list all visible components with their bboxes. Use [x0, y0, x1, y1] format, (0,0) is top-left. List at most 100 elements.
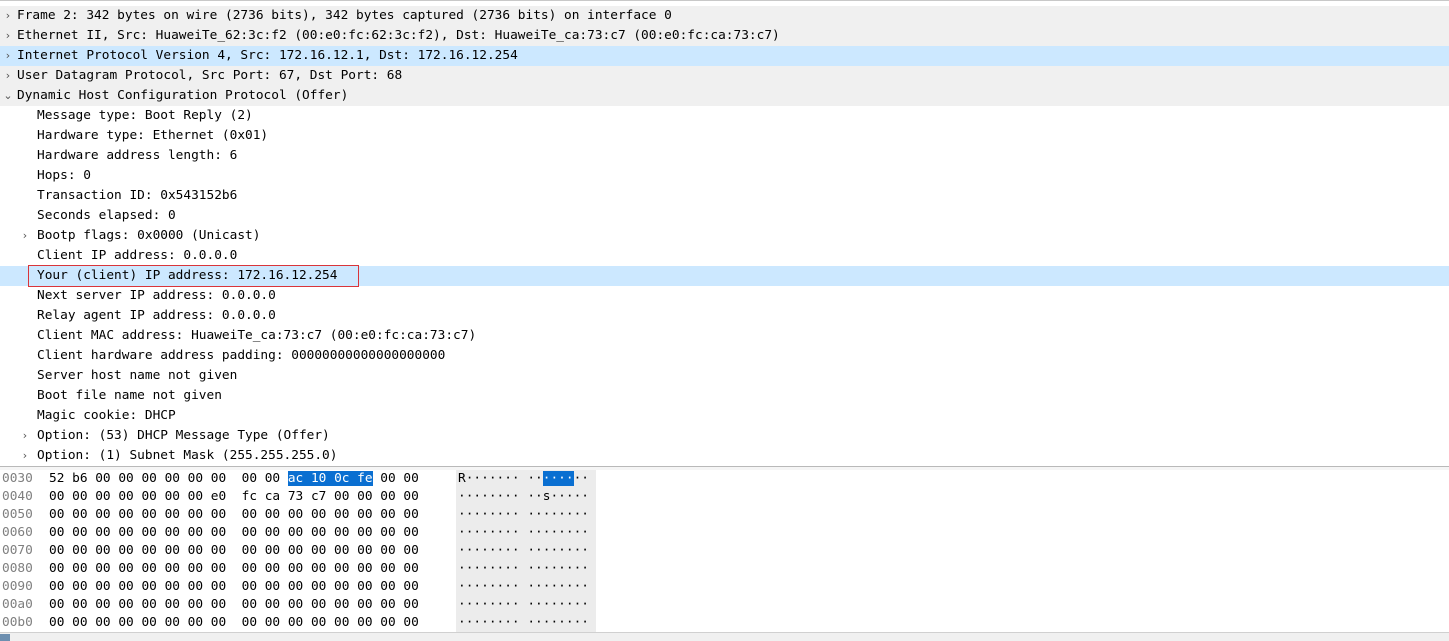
hex-dump-row[interactable]: 0090 00 00 00 00 00 00 00 00 00 00 00 00 …	[0, 578, 1449, 596]
ascii-bytes[interactable]: ········ ········	[456, 560, 596, 578]
hex-dump-row[interactable]: 0030 52 b6 00 00 00 00 00 00 00 00 ac 10 …	[0, 470, 1449, 488]
protocol-tree-field[interactable]: Next server IP address: 0.0.0.0	[0, 286, 1449, 306]
protocol-tree-field[interactable]: › Option: (53) DHCP Message Type (Offer)	[0, 426, 1449, 446]
tree-row-label: Option: (53) DHCP Message Type (Offer)	[37, 428, 330, 443]
hex-bytes-segment: 00 00 00 00 00 00 00 00 00 00 00 00 00 0…	[49, 597, 419, 612]
ascii-bytes-segment: ········ ········	[458, 543, 589, 558]
protocol-tree-field[interactable]: Hops: 0	[0, 166, 1449, 186]
status-icon[interactable]	[0, 634, 10, 641]
hex-bytes[interactable]: 00 00 00 00 00 00 00 00 00 00 00 00 00 0…	[49, 560, 419, 578]
tree-row-label: Frame 2: 342 bytes on wire (2736 bits), …	[17, 8, 672, 23]
protocol-tree-node[interactable]: › Frame 2: 342 bytes on wire (2736 bits),…	[0, 6, 1449, 26]
ascii-bytes-segment: ········ ········	[458, 507, 589, 522]
ascii-bytes[interactable]: ········ ········	[456, 506, 596, 524]
ascii-bytes[interactable]: ········ ········	[456, 524, 596, 542]
hex-offset: 0070	[2, 543, 33, 558]
ascii-bytes-segment: ········ ········	[458, 579, 589, 594]
protocol-tree-field[interactable]: › Option: (1) Subnet Mask (255.255.255.0)	[0, 446, 1449, 466]
ascii-bytes[interactable]: ········ ··s·····	[456, 488, 596, 506]
hex-bytes-segment: 00 00 00 00 00 00 00 00 00 00 00 00 00 0…	[49, 543, 419, 558]
protocol-tree-node[interactable]: › Internet Protocol Version 4, Src: 172.1…	[0, 46, 1449, 66]
protocol-tree-field[interactable]: Client MAC address: HuaweiTe_ca:73:c7 (0…	[0, 326, 1449, 346]
tree-row-label: Internet Protocol Version 4, Src: 172.16…	[17, 48, 518, 63]
hex-dump-row[interactable]: 0070 00 00 00 00 00 00 00 00 00 00 00 00 …	[0, 542, 1449, 560]
protocol-tree-node[interactable]: ⌄ Dynamic Host Configuration Protocol (Of…	[0, 86, 1449, 106]
hex-offset: 0080	[2, 561, 33, 576]
hex-bytes-selected: ac 10 0c fe	[287, 471, 373, 486]
chevron-right-icon[interactable]: ›	[2, 46, 14, 66]
hex-dump-row[interactable]: 0040 00 00 00 00 00 00 00 e0 fc ca 73 c7 …	[0, 488, 1449, 506]
protocol-tree-field[interactable]: Hardware type: Ethernet (0x01)	[0, 126, 1449, 146]
ascii-bytes[interactable]: ········ ········	[456, 596, 596, 614]
hex-bytes[interactable]: 00 00 00 00 00 00 00 00 00 00 00 00 00 0…	[49, 614, 419, 632]
hex-bytes-segment: 00 00 00 00 00 00 00 00 00 00 00 00 00 0…	[49, 615, 419, 630]
hex-offset: 00a0	[2, 597, 33, 612]
hex-bytes-segment: 52 b6 00 00 00 00 00 00 00 00	[49, 471, 288, 486]
tree-row-label: Client IP address: 0.0.0.0	[37, 248, 238, 263]
protocol-tree-field[interactable]: Client hardware address padding: 0000000…	[0, 346, 1449, 366]
packet-bytes-pane[interactable]: 0030 52 b6 00 00 00 00 00 00 00 00 ac 10 …	[0, 470, 1449, 632]
protocol-tree-node[interactable]: › User Datagram Protocol, Src Port: 67, D…	[0, 66, 1449, 86]
hex-dump-row[interactable]: 00a0 00 00 00 00 00 00 00 00 00 00 00 00 …	[0, 596, 1449, 614]
protocol-tree-field[interactable]: Client IP address: 0.0.0.0	[0, 246, 1449, 266]
hex-bytes[interactable]: 00 00 00 00 00 00 00 00 00 00 00 00 00 0…	[49, 542, 419, 560]
chevron-right-icon[interactable]: ›	[19, 446, 31, 466]
ascii-bytes[interactable]: ········ ········	[456, 578, 596, 596]
hex-bytes-segment: 00 00 00 00 00 00 00 00 00 00 00 00 00 0…	[49, 507, 419, 522]
ascii-bytes-segment: ··	[573, 471, 589, 486]
hex-dump-row[interactable]: 0050 00 00 00 00 00 00 00 00 00 00 00 00 …	[0, 506, 1449, 524]
hex-bytes-segment: 00 00 00 00 00 00 00 e0 fc ca 73 c7 00 0…	[49, 489, 419, 504]
protocol-tree-field[interactable]: Your (client) IP address: 172.16.12.254	[0, 265, 1449, 287]
hex-bytes-segment: 00 00 00 00 00 00 00 00 00 00 00 00 00 0…	[49, 579, 419, 594]
annotation-highlight-box	[28, 265, 359, 287]
tree-row-label: Message type: Boot Reply (2)	[37, 108, 253, 123]
ascii-bytes-segment: ········ ········	[458, 525, 589, 540]
hex-bytes[interactable]: 00 00 00 00 00 00 00 00 00 00 00 00 00 0…	[49, 596, 419, 614]
protocol-tree-field[interactable]: Transaction ID: 0x543152b6	[0, 186, 1449, 206]
hex-bytes-segment: 00 00 00 00 00 00 00 00 00 00 00 00 00 0…	[49, 525, 419, 540]
tree-row-label: Ethernet II, Src: HuaweiTe_62:3c:f2 (00:…	[17, 28, 780, 43]
hex-bytes[interactable]: 52 b6 00 00 00 00 00 00 00 00 ac 10 0c f…	[49, 470, 419, 488]
hex-bytes[interactable]: 00 00 00 00 00 00 00 00 00 00 00 00 00 0…	[49, 524, 419, 542]
tree-row-label: Hardware type: Ethernet (0x01)	[37, 128, 269, 143]
hex-dump-row[interactable]: 00b0 00 00 00 00 00 00 00 00 00 00 00 00 …	[0, 614, 1449, 632]
tree-row-label: User Datagram Protocol, Src Port: 67, Ds…	[17, 68, 403, 83]
chevron-right-icon[interactable]: ›	[2, 26, 14, 46]
tree-row-label: Bootp flags: 0x0000 (Unicast)	[37, 228, 261, 243]
protocol-tree-field[interactable]: Magic cookie: DHCP	[0, 406, 1449, 426]
protocol-tree-node[interactable]: › Ethernet II, Src: HuaweiTe_62:3c:f2 (00…	[0, 26, 1449, 46]
tree-row-label: Dynamic Host Configuration Protocol (Off…	[17, 88, 349, 103]
tree-row-label: Option: (1) Subnet Mask (255.255.255.0)	[37, 448, 338, 463]
protocol-tree-field[interactable]: Relay agent IP address: 0.0.0.0	[0, 306, 1449, 326]
ascii-bytes[interactable]: R······· ········	[456, 470, 596, 488]
chevron-right-icon[interactable]: ›	[19, 226, 31, 246]
hex-bytes[interactable]: 00 00 00 00 00 00 00 00 00 00 00 00 00 0…	[49, 578, 419, 596]
hex-bytes[interactable]: 00 00 00 00 00 00 00 00 00 00 00 00 00 0…	[49, 506, 419, 524]
hex-bytes[interactable]: 00 00 00 00 00 00 00 e0 fc ca 73 c7 00 0…	[49, 488, 419, 506]
ascii-bytes[interactable]: ········ ········	[456, 542, 596, 560]
tree-row-label: Next server IP address: 0.0.0.0	[37, 288, 276, 303]
tree-row-label: Relay agent IP address: 0.0.0.0	[37, 308, 276, 323]
chevron-right-icon[interactable]: ›	[19, 426, 31, 446]
tree-row-label: Server host name not given	[37, 368, 238, 383]
ascii-bytes-segment: R······· ··	[458, 471, 543, 486]
hex-offset: 0040	[2, 489, 33, 504]
protocol-tree-field[interactable]: Server host name not given	[0, 366, 1449, 386]
ascii-bytes-segment: ········ ········	[458, 597, 589, 612]
chevron-down-icon[interactable]: ⌄	[2, 86, 14, 106]
chevron-right-icon[interactable]: ›	[2, 66, 14, 86]
hex-offset: 0060	[2, 525, 33, 540]
ascii-bytes[interactable]: ········ ········	[456, 614, 596, 632]
protocol-tree-field[interactable]: Hardware address length: 6	[0, 146, 1449, 166]
protocol-tree-field[interactable]: Seconds elapsed: 0	[0, 206, 1449, 226]
hex-offset: 00b0	[2, 615, 33, 630]
protocol-tree-field[interactable]: › Bootp flags: 0x0000 (Unicast)	[0, 226, 1449, 246]
hex-dump-row[interactable]: 0060 00 00 00 00 00 00 00 00 00 00 00 00 …	[0, 524, 1449, 542]
tree-row-label: Seconds elapsed: 0	[37, 208, 176, 223]
hex-dump-row[interactable]: 0080 00 00 00 00 00 00 00 00 00 00 00 00 …	[0, 560, 1449, 578]
protocol-tree-field[interactable]: Boot file name not given	[0, 386, 1449, 406]
hex-bytes-segment: 00 00	[372, 471, 419, 486]
chevron-right-icon[interactable]: ›	[2, 6, 14, 26]
packet-details-pane[interactable]: › Frame 2: 342 bytes on wire (2736 bits),…	[0, 0, 1449, 466]
protocol-tree-field[interactable]: Message type: Boot Reply (2)	[0, 106, 1449, 126]
